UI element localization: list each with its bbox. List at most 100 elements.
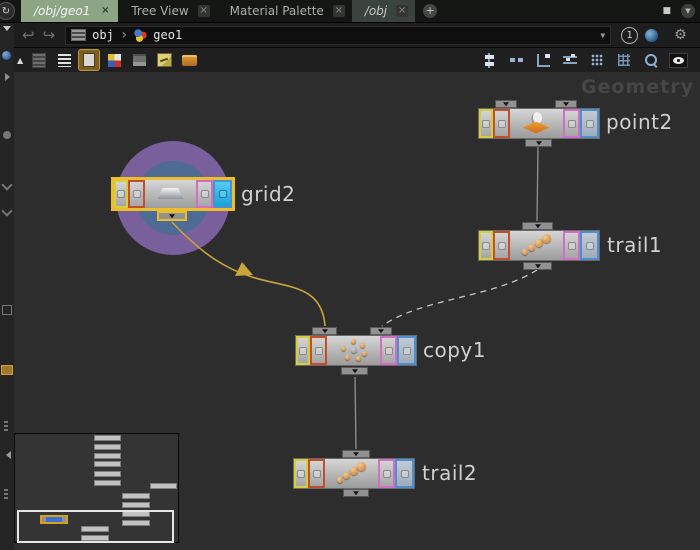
list-view-button[interactable] — [54, 50, 74, 70]
node-grid2-label[interactable]: grid2 — [241, 182, 295, 206]
color-palette-button[interactable] — [104, 50, 124, 70]
distribute-vertical-button[interactable] — [479, 50, 499, 70]
path-field[interactable]: obj › geo1 ▼ — [65, 26, 611, 45]
node-copy1-body[interactable] — [295, 335, 417, 366]
display-info-button[interactable] — [79, 50, 99, 70]
node-copy1-label[interactable]: copy1 — [423, 338, 486, 362]
distribute-horizontal-icon — [509, 53, 524, 67]
snap-horizontal-icon — [563, 53, 577, 67]
breadcrumb-current[interactable]: geo1 — [153, 28, 182, 42]
copy-dot — [341, 346, 346, 351]
node-trail1-lock-flag[interactable] — [493, 231, 510, 260]
tab-tree-view[interactable]: Tree View× — [118, 0, 216, 22]
node-grid2-bypass-flag[interactable] — [114, 180, 128, 208]
node-point2-input-connector[interactable] — [495, 100, 517, 108]
node-grid2-display-flag[interactable] — [213, 180, 232, 208]
snap-grid-icon — [591, 54, 603, 66]
tab-material-palette[interactable]: Material Palette× — [217, 0, 352, 22]
node-grid2-output-connector[interactable] — [157, 211, 187, 221]
snap-horizontal-button[interactable] — [560, 50, 580, 70]
tab-close-icon[interactable]: × — [396, 5, 408, 17]
node-copy1-input-connector[interactable] — [312, 327, 337, 335]
minimap-node-bar — [94, 461, 121, 467]
pane-expand-icon[interactable]: ▲ — [17, 56, 23, 65]
node-trail2-template-flag[interactable] — [378, 459, 395, 488]
tab-close-icon[interactable]: × — [333, 5, 345, 17]
node-copy1-template-flag[interactable] — [380, 336, 397, 365]
minimap-view-rect[interactable] — [17, 510, 174, 543]
pane-history-icon[interactable]: ↻ — [0, 2, 15, 20]
breadcrumb-root[interactable]: obj — [92, 28, 114, 42]
node-trail2-output-connector[interactable] — [343, 489, 369, 497]
network-list-button[interactable] — [29, 50, 49, 70]
network-canvas[interactable]: Geometry point2grid2trail1copy1trail2 — [14, 72, 700, 550]
node-trail2-lock-flag[interactable] — [308, 459, 325, 488]
node-trail1-label[interactable]: trail1 — [607, 233, 662, 257]
node-point2-label[interactable]: point2 — [606, 110, 673, 134]
distribute-horizontal-button[interactable] — [506, 50, 526, 70]
node-trail2-display-flag[interactable] — [395, 459, 414, 488]
path-dropdown-icon[interactable]: ▼ — [600, 31, 605, 40]
sticky-note-button[interactable] — [154, 50, 174, 70]
align-nodes-button[interactable] — [533, 50, 553, 70]
visibility-button[interactable] — [668, 50, 688, 70]
node-point2-lock-flag[interactable] — [493, 109, 510, 138]
save-button[interactable] — [129, 50, 149, 70]
history-count-badge[interactable]: 1 — [621, 27, 638, 44]
node-trail2-body[interactable] — [293, 458, 415, 489]
node-trail1-display-flag[interactable] — [580, 231, 599, 260]
left-toolbar-boxw-icon[interactable] — [2, 305, 12, 315]
pane-maximize-icon[interactable]: ■ — [662, 6, 671, 16]
left-toolbar-chev-icon[interactable] — [1, 179, 12, 190]
tab-close-icon[interactable]: × — [198, 5, 210, 17]
node-point2-body[interactable] — [478, 108, 600, 139]
link-icon[interactable] — [645, 29, 658, 42]
left-toolbar-grip-icon[interactable] — [4, 489, 8, 501]
left-toolbar-gold-icon[interactable] — [1, 365, 13, 375]
left-toolbar-caret-icon[interactable] — [3, 26, 11, 35]
left-toolbar-chev-icon[interactable] — [1, 205, 12, 216]
node-grid2-template-flag[interactable] — [196, 180, 213, 208]
back-button[interactable]: ↩ — [22, 25, 35, 45]
node-copy1-bypass-flag[interactable] — [296, 336, 310, 365]
node-copy1-input-connector[interactable] — [370, 327, 392, 335]
node-copy1-lock-flag[interactable] — [310, 336, 327, 365]
node-trail1-body[interactable] — [478, 230, 600, 261]
node-trail2-input-connector[interactable] — [342, 450, 370, 458]
gear-icon[interactable]: ⚙ — [674, 27, 687, 43]
tab-obj[interactable]: /obj× — [352, 0, 415, 22]
node-trail1-output-connector[interactable] — [523, 262, 552, 270]
pane-menu-dropdown[interactable]: ▼ — [681, 4, 695, 18]
tab-obj-geo1[interactable]: /obj/geo1× — [21, 0, 118, 22]
node-copy1-display-flag[interactable] — [397, 336, 416, 365]
left-toolbar-grip-icon[interactable] — [4, 421, 8, 433]
node-grid2-body[interactable] — [111, 177, 235, 211]
grid-toggle-button[interactable] — [614, 50, 634, 70]
left-toolbar-sphere-icon[interactable] — [2, 51, 11, 60]
node-trail2-label[interactable]: trail2 — [422, 461, 477, 485]
node-point2-display-flag[interactable] — [580, 109, 599, 138]
node-grid2-lock-flag[interactable] — [128, 180, 145, 208]
tab-close-icon[interactable]: × — [99, 5, 111, 17]
zoom-search-button[interactable] — [641, 50, 661, 70]
snap-grid-button[interactable] — [587, 50, 607, 70]
network-overview-minimap[interactable] — [14, 433, 179, 543]
node-copy1-output-connector[interactable] — [341, 367, 368, 375]
node-trail2-bypass-flag[interactable] — [294, 459, 308, 488]
node-trail1-template-flag[interactable] — [563, 231, 580, 260]
network-toolbar: ▲ — [14, 48, 700, 73]
trail-sop-icon — [520, 234, 554, 258]
node-trail1-input-connector[interactable] — [522, 222, 553, 230]
new-tab-button[interactable]: + — [423, 4, 437, 18]
node-point2-bypass-flag[interactable] — [479, 109, 493, 138]
node-point2-output-connector[interactable] — [525, 139, 552, 147]
network-box-button[interactable] — [179, 50, 199, 70]
node-point2-input-connector[interactable] — [555, 100, 577, 108]
forward-button[interactable]: ↪ — [43, 25, 56, 45]
left-toolbar-trileft-icon[interactable] — [2, 451, 11, 459]
node-trail1-bypass-flag[interactable] — [479, 231, 493, 260]
left-toolbar-tri-icon[interactable] — [5, 73, 14, 81]
node-point2-template-flag[interactable] — [563, 109, 580, 138]
trail-dot — [343, 472, 350, 479]
left-toolbar-circlef-icon[interactable] — [3, 131, 11, 139]
